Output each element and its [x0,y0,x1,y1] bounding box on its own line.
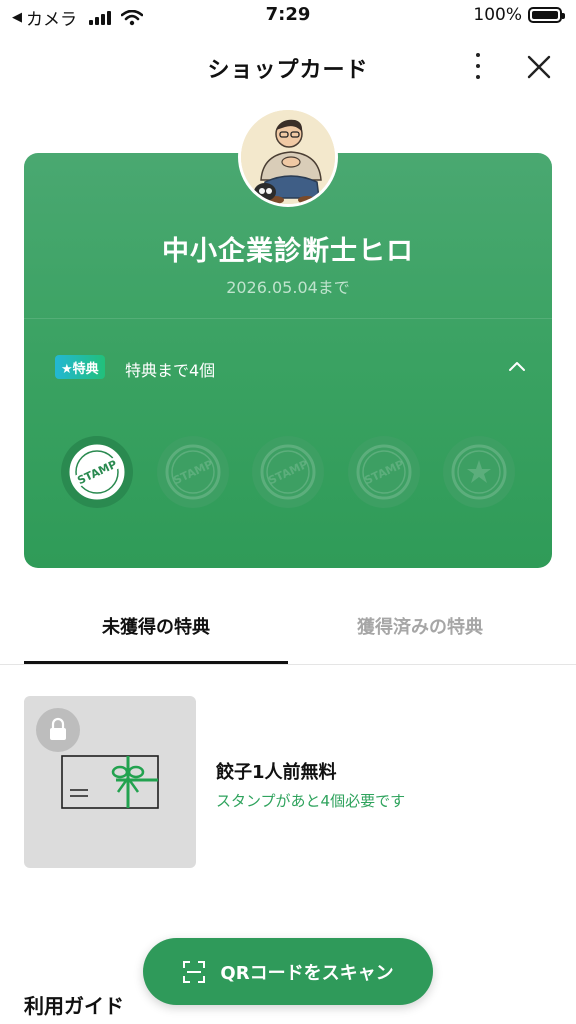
qr-scan-icon [183,960,206,983]
usage-guide-heading: 利用ガイド [24,994,124,1018]
status-bar: ◀ カメラ 7:29 100% [0,0,576,32]
chevron-up-icon[interactable] [508,360,526,372]
svg-text:STAMP: STAMP [362,458,406,488]
battery-icon [528,7,565,23]
reward-badge: ★特典 [55,355,105,379]
close-icon[interactable] [524,52,554,82]
shop-avatar [238,107,338,207]
stamp-empty: STAMP [348,436,420,508]
shop-name: 中小企業診断士ヒロ [162,236,414,267]
expiry-date: 2026.05.04まで [226,278,350,297]
card-divider [24,318,552,319]
tab-unclaimed-rewards[interactable]: 未獲得の特典 [24,600,288,664]
header: ショップカード [0,40,576,92]
qr-scan-label: QRコードをスキャン [220,962,394,984]
tab-claimed-rewards[interactable]: 獲得済みの特典 [288,600,552,664]
svg-text:STAMP: STAMP [266,458,310,488]
stamp-empty: STAMP [252,436,324,508]
stamps-until-reward: 特典まで4個 [125,361,216,380]
tabs-divider [0,664,576,665]
qr-scan-button[interactable]: QRコードをスキャン [143,938,433,1005]
more-vertical-icon[interactable] [468,50,488,82]
battery-percent: 100% [473,5,522,25]
stamp-reward-slot [443,436,515,508]
reward-requirement: スタンプがあと4個必要です [216,792,406,810]
page-title: ショップカード [207,58,369,83]
stamp-collected: STAMP [61,436,133,508]
reward-title: 餃子1人前無料 [216,762,337,783]
stamp-empty: STAMP [157,436,229,508]
lock-icon [36,708,80,752]
svg-text:STAMP: STAMP [171,458,215,488]
